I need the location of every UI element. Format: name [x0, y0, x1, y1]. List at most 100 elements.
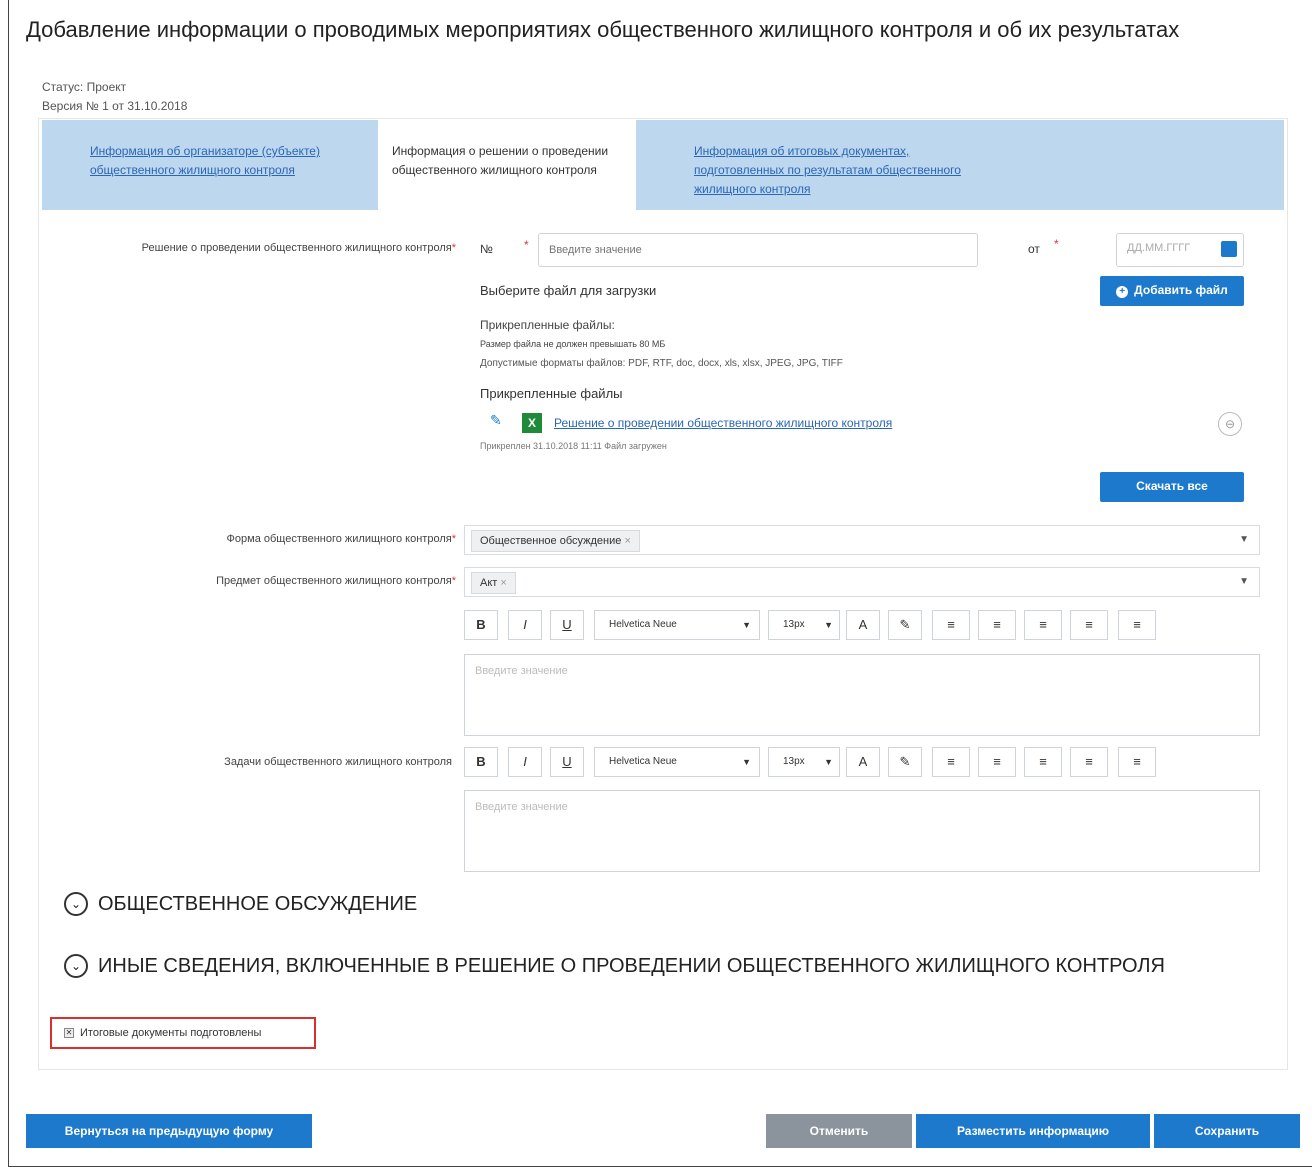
choose-file-label: Выберите файл для загрузки — [480, 283, 657, 298]
tasks-editor[interactable]: Введите значение — [464, 790, 1260, 872]
calendar-icon[interactable] — [1221, 241, 1237, 257]
version-text: Версия № 1 от 31.10.2018 — [42, 99, 188, 113]
tab-decision[interactable]: Информация о решении о проведении общест… — [378, 120, 636, 210]
text-color-button[interactable]: A — [846, 747, 880, 777]
list-icon[interactable]: ≡ — [1118, 747, 1156, 777]
section-other-info-label: ИНЫЕ СВЕДЕНИЯ, ВКЛЮЧЕННЫЕ В РЕШЕНИЕ О ПР… — [98, 954, 1165, 977]
align-right-icon[interactable]: ≡ — [1024, 610, 1062, 640]
back-button[interactable]: Вернуться на предыдущую форму — [26, 1114, 312, 1148]
section-other-info[interactable]: ⌄ ИНЫЕ СВЕДЕНИЯ, ВКЛЮЧЕННЫЕ В РЕШЕНИЕ О … — [64, 954, 1165, 978]
underline-button[interactable]: U — [550, 747, 584, 777]
tab-final-documents[interactable]: Информация об итоговых документах, подго… — [694, 120, 994, 210]
number-label: № — [480, 242, 493, 256]
chevron-down-icon[interactable]: ▼ — [1239, 576, 1249, 587]
chevron-down-icon: ▼ — [742, 757, 751, 767]
date-label: от — [1028, 242, 1040, 256]
form-field-label: Форма общественного жилищного контроля* — [226, 533, 456, 545]
align-justify-icon[interactable]: ≡ — [1070, 747, 1108, 777]
tab-organizer[interactable]: Информация об организаторе (субъекте) об… — [90, 120, 320, 210]
chevron-down-icon: ⌄ — [64, 892, 88, 916]
font-select[interactable]: Helvetica Neue ▼ — [594, 747, 760, 777]
align-right-icon[interactable]: ≡ — [1024, 747, 1062, 777]
checkbox-label: Итоговые документы подготовлены — [80, 1027, 262, 1039]
align-center-icon[interactable]: ≡ — [978, 610, 1016, 640]
decision-date-input[interactable]: ДД.ММ.ГГГГ — [1116, 233, 1244, 267]
plus-icon: + — [1116, 286, 1129, 298]
align-justify-icon[interactable]: ≡ — [1070, 610, 1108, 640]
italic-button[interactable]: I — [508, 747, 542, 777]
editor-toolbar-1: B I U Helvetica Neue ▼ 13px ▼ A ✎ ≡ ≡ ≡ ≡ … — [464, 610, 1164, 642]
tasks-editor-placeholder: Введите значение — [475, 801, 568, 813]
cancel-button[interactable]: Отменить — [766, 1114, 912, 1148]
attached-files-title: Прикрепленные файлы: — [480, 318, 615, 332]
form-select[interactable]: Общественное обсуждение × ▼ — [464, 525, 1260, 555]
number-required-mark: * — [524, 238, 529, 252]
page-title: Добавление информации о проводимых мероп… — [26, 17, 1180, 42]
tab-final-documents-link[interactable]: Информация об итоговых документах, подго… — [694, 144, 961, 196]
signature-icon: ✎ — [490, 412, 502, 428]
tab-organizer-link[interactable]: Информация об организаторе (субъекте) об… — [90, 144, 320, 177]
form-field-label-text: Форма общественного жилищного контроля — [226, 533, 452, 545]
chevron-down-icon[interactable]: ▼ — [1239, 534, 1249, 545]
brush-icon[interactable]: ✎ — [888, 610, 922, 640]
subject-select-chip[interactable]: Акт × — [471, 572, 516, 594]
size-select-value: 13px — [783, 756, 805, 767]
tasks-field-label: Задачи общественного жилищного контроля — [224, 756, 452, 768]
date-placeholder: ДД.ММ.ГГГГ — [1127, 242, 1191, 254]
section-public-discussion-label: ОБЩЕСТВЕННОЕ ОБСУЖДЕНИЕ — [98, 892, 418, 915]
attached-file-link[interactable]: Решение о проведении общественного жилищ… — [554, 416, 892, 430]
size-select-value: 13px — [783, 619, 805, 630]
decision-number-input[interactable] — [538, 233, 978, 267]
font-select[interactable]: Helvetica Neue ▼ — [594, 610, 760, 640]
subject-field-label-text: Предмет общественного жилищного контроля — [216, 575, 452, 587]
chevron-down-icon: ▼ — [742, 620, 751, 630]
font-select-value: Helvetica Neue — [609, 619, 677, 630]
align-center-icon[interactable]: ≡ — [978, 747, 1016, 777]
decision-label-text: Решение о проведении общественного жилищ… — [141, 242, 452, 254]
chip-remove-icon[interactable]: × — [624, 535, 630, 547]
form-select-value: Общественное обсуждение — [480, 535, 622, 547]
brush-icon[interactable]: ✎ — [888, 747, 922, 777]
file-meta: Прикреплен 31.10.2018 11:11 Файл загруже… — [480, 441, 667, 451]
chevron-down-icon: ▼ — [824, 620, 833, 630]
italic-button[interactable]: I — [508, 610, 542, 640]
size-select[interactable]: 13px ▼ — [768, 747, 840, 777]
section-public-discussion[interactable]: ⌄ ОБЩЕСТВЕННОЕ ОБСУЖДЕНИЕ — [64, 892, 417, 916]
max-size-note: Размер файла не должен превышать 80 МБ — [480, 339, 666, 349]
font-select-value: Helvetica Neue — [609, 756, 677, 767]
download-all-button[interactable]: Скачать все — [1100, 472, 1244, 502]
checkbox[interactable]: ✕ — [64, 1028, 74, 1038]
underline-button[interactable]: U — [550, 610, 584, 640]
excel-file-icon: X — [522, 413, 542, 433]
editor-toolbar-2: B I U Helvetica Neue ▼ 13px ▼ A ✎ ≡ ≡ ≡ ≡ … — [464, 747, 1164, 779]
tab-decision-label: Информация о решении о проведении общест… — [392, 144, 609, 177]
bold-button[interactable]: B — [464, 747, 498, 777]
publish-button[interactable]: Разместить информацию — [916, 1114, 1150, 1148]
subject-editor[interactable]: Введите значение — [464, 654, 1260, 736]
bold-button[interactable]: B — [464, 610, 498, 640]
add-file-button[interactable]: + Добавить файл — [1100, 276, 1244, 306]
text-color-button[interactable]: A — [846, 610, 880, 640]
date-required-mark: * — [1054, 237, 1059, 251]
subject-select-value: Акт — [480, 577, 498, 589]
delete-file-icon[interactable]: ⊖ — [1218, 412, 1242, 436]
chevron-down-icon: ⌄ — [64, 954, 88, 978]
formats-note: Допустимые форматы файлов: PDF, RTF, doc… — [480, 358, 843, 369]
decision-label: Решение о проведении общественного жилищ… — [141, 242, 456, 254]
align-left-icon[interactable]: ≡ — [932, 747, 970, 777]
align-left-icon[interactable]: ≡ — [932, 610, 970, 640]
list-icon[interactable]: ≡ — [1118, 610, 1156, 640]
final-documents-checkbox-row[interactable]: ✕ Итоговые документы подготовлены — [50, 1017, 316, 1049]
chip-remove-icon[interactable]: × — [500, 577, 506, 589]
subject-select[interactable]: Акт × ▼ — [464, 567, 1260, 597]
save-button[interactable]: Сохранить — [1154, 1114, 1300, 1148]
subject-editor-placeholder: Введите значение — [475, 665, 568, 677]
tab-bar: Информация об организаторе (субъекте) об… — [42, 120, 1284, 210]
form-select-chip[interactable]: Общественное обсуждение × — [471, 530, 640, 552]
attached-files-heading: Прикрепленные файлы — [480, 386, 623, 401]
chevron-down-icon: ▼ — [824, 757, 833, 767]
subject-field-label: Предмет общественного жилищного контроля… — [216, 575, 456, 587]
status-text: Статус: Проект — [42, 80, 127, 94]
size-select[interactable]: 13px ▼ — [768, 610, 840, 640]
add-file-label: Добавить файл — [1134, 283, 1228, 297]
